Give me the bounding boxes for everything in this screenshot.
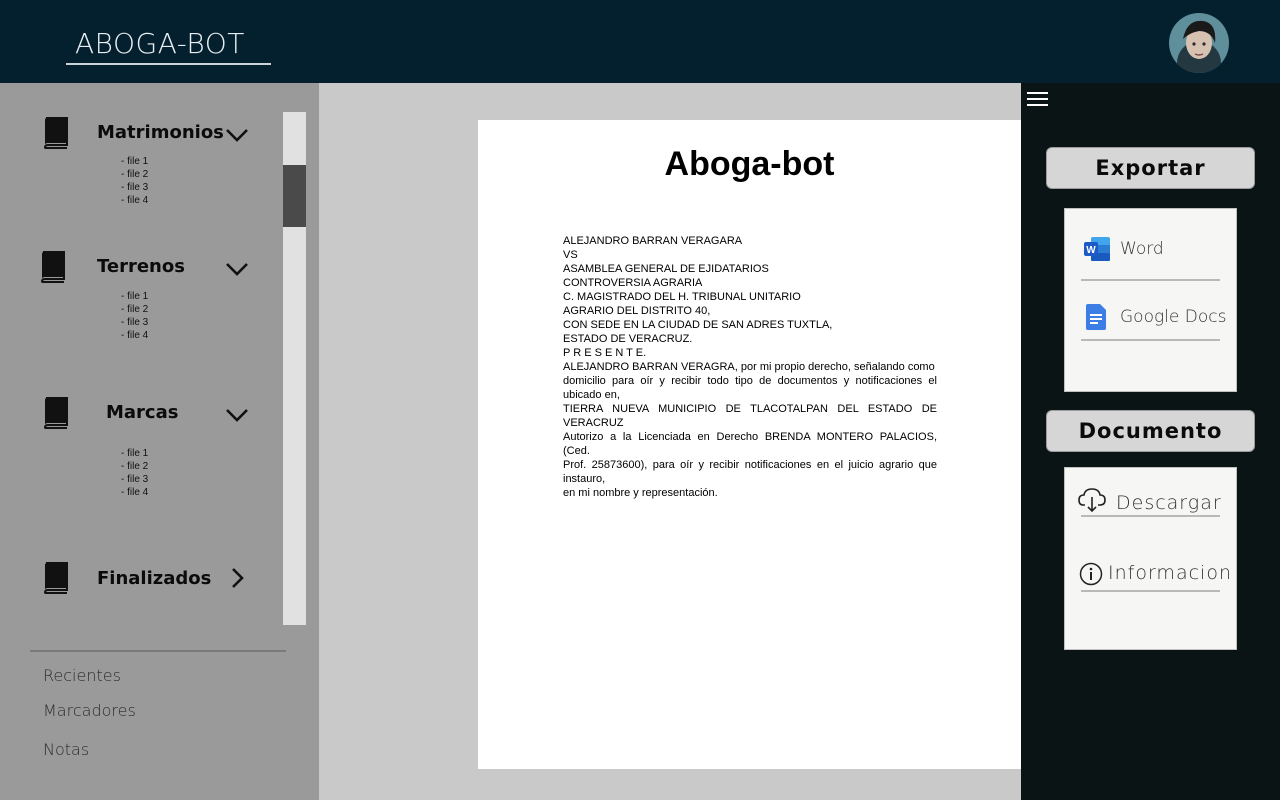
category-matrimonios[interactable]: Matrimonios - file 1 - file 2 - file 3 -… [0,117,283,207]
file-item[interactable]: - file 4 [121,194,148,207]
document-line: ASAMBLEA GENERAL DE EJIDATARIOS [563,263,769,275]
document-title: Aboga-bot [664,145,835,183]
document-line: en mi nombre y representación. [563,487,718,499]
information-label[interactable]: Informacion [1108,562,1232,584]
file-list: - file 1 - file 2 - file 3 - file 4 [121,155,148,207]
document-line: VS [563,249,578,261]
file-item[interactable]: - file 3 [121,473,148,486]
document-button[interactable]: Documento [1046,410,1255,452]
category-title: Finalizados [97,568,212,589]
app-title[interactable]: ABOGA-BOT [66,26,271,65]
document-line: ALEJANDRO BARRAN VERAGRA, por mi propio … [563,361,935,373]
document-line: P R E S E N T E. [563,347,647,359]
option-divider [1081,515,1220,517]
document-line: Autorizo a la Licenciada en Derecho BREN… [563,431,937,457]
word-icon: W [1083,236,1111,262]
document-line: TIERRA NUEVA MUNICIPIO DE TLACOTALPAN DE… [563,403,937,429]
sidebar-link-marcadores[interactable]: Marcadores [43,701,136,720]
book-icon [43,397,68,429]
chevron-down-icon[interactable] [224,125,250,145]
user-avatar[interactable] [1169,13,1229,73]
file-list: - file 1 - file 2 - file 3 - file 4 [121,290,148,342]
file-item[interactable]: - file 3 [121,316,148,329]
scrollbar-thumb[interactable] [283,165,306,227]
info-icon [1079,562,1103,586]
export-button[interactable]: Exportar [1046,147,1255,189]
document-page: Aboga-bot ALEJANDRO BARRAN VERAGARA VS A… [478,120,1172,769]
document-line: Prof. 25873600), para oír y recibir noti… [563,459,937,485]
book-icon [43,117,68,149]
category-finalizados[interactable]: Finalizados [0,562,283,602]
file-list: - file 1 - file 2 - file 3 - file 4 [121,447,148,499]
app-header: ABOGA-BOT [0,0,1280,83]
book-icon [43,562,68,594]
file-item[interactable]: - file 1 [121,290,148,303]
actions-panel: Exportar W Word Google Docs Documento De… [1021,83,1280,800]
document-options-card: Descargar Informacion [1064,467,1237,650]
document-body: ALEJANDRO BARRAN VERAGARA VS ASAMBLEA GE… [563,234,937,500]
export-options-card: W Word Google Docs [1064,208,1237,392]
file-item[interactable]: - file 2 [121,168,148,181]
export-google-docs-label[interactable]: Google Docs [1120,307,1226,327]
file-item[interactable]: - file 1 [121,447,148,460]
sidebar-divider [30,650,286,652]
category-terrenos[interactable]: Terrenos - file 1 - file 2 - file 3 - fi… [0,251,283,341]
google-docs-icon [1084,304,1108,330]
category-title: Terrenos [97,256,185,277]
chevron-down-icon[interactable] [224,259,250,279]
document-line: domicilio para oír y recibir todo tipo d… [563,375,937,401]
option-divider [1081,590,1220,592]
sidebar: Matrimonios - file 1 - file 2 - file 3 -… [0,83,319,800]
category-title: Marcas [106,402,179,423]
category-title: Matrimonios [97,122,224,143]
document-line: ESTADO DE VERACRUZ. [563,333,693,345]
option-divider [1081,339,1220,341]
category-marcas[interactable]: Marcas - file 1 - file 2 - file 3 - file… [0,397,283,499]
sidebar-link-notas[interactable]: Notas [43,740,89,759]
svg-text:W: W [1086,245,1096,256]
file-item[interactable]: - file 3 [121,181,148,194]
document-line: C. MAGISTRADO DEL H. TRIBUNAL UNITARIO [563,291,801,303]
export-word-label[interactable]: Word [1120,239,1164,259]
file-item[interactable]: - file 4 [121,329,148,342]
chevron-right-icon[interactable] [224,568,250,588]
option-divider [1081,279,1220,281]
file-item[interactable]: - file 1 [121,155,148,168]
download-label[interactable]: Descargar [1116,492,1222,514]
document-viewer: Aboga-bot ALEJANDRO BARRAN VERAGARA VS A… [319,83,1172,800]
file-item[interactable]: - file 4 [121,486,148,499]
book-icon [40,251,65,283]
sidebar-scrollbar[interactable] [283,112,306,625]
hamburger-menu-icon[interactable] [1027,91,1048,107]
file-item[interactable]: - file 2 [121,303,148,316]
document-line: CON SEDE EN LA CIUDAD DE SAN ADRES TUXTL… [563,319,833,331]
document-line: ALEJANDRO BARRAN VERAGARA [563,235,743,247]
document-line: AGRARIO DEL DISTRITO 40, [563,305,711,317]
document-line: CONTROVERSIA AGRARIA [563,277,703,289]
file-item[interactable]: - file 2 [121,460,148,473]
cloud-download-icon [1078,488,1106,513]
sidebar-link-recientes[interactable]: Recientes [43,666,121,685]
chevron-down-icon[interactable] [224,405,250,425]
